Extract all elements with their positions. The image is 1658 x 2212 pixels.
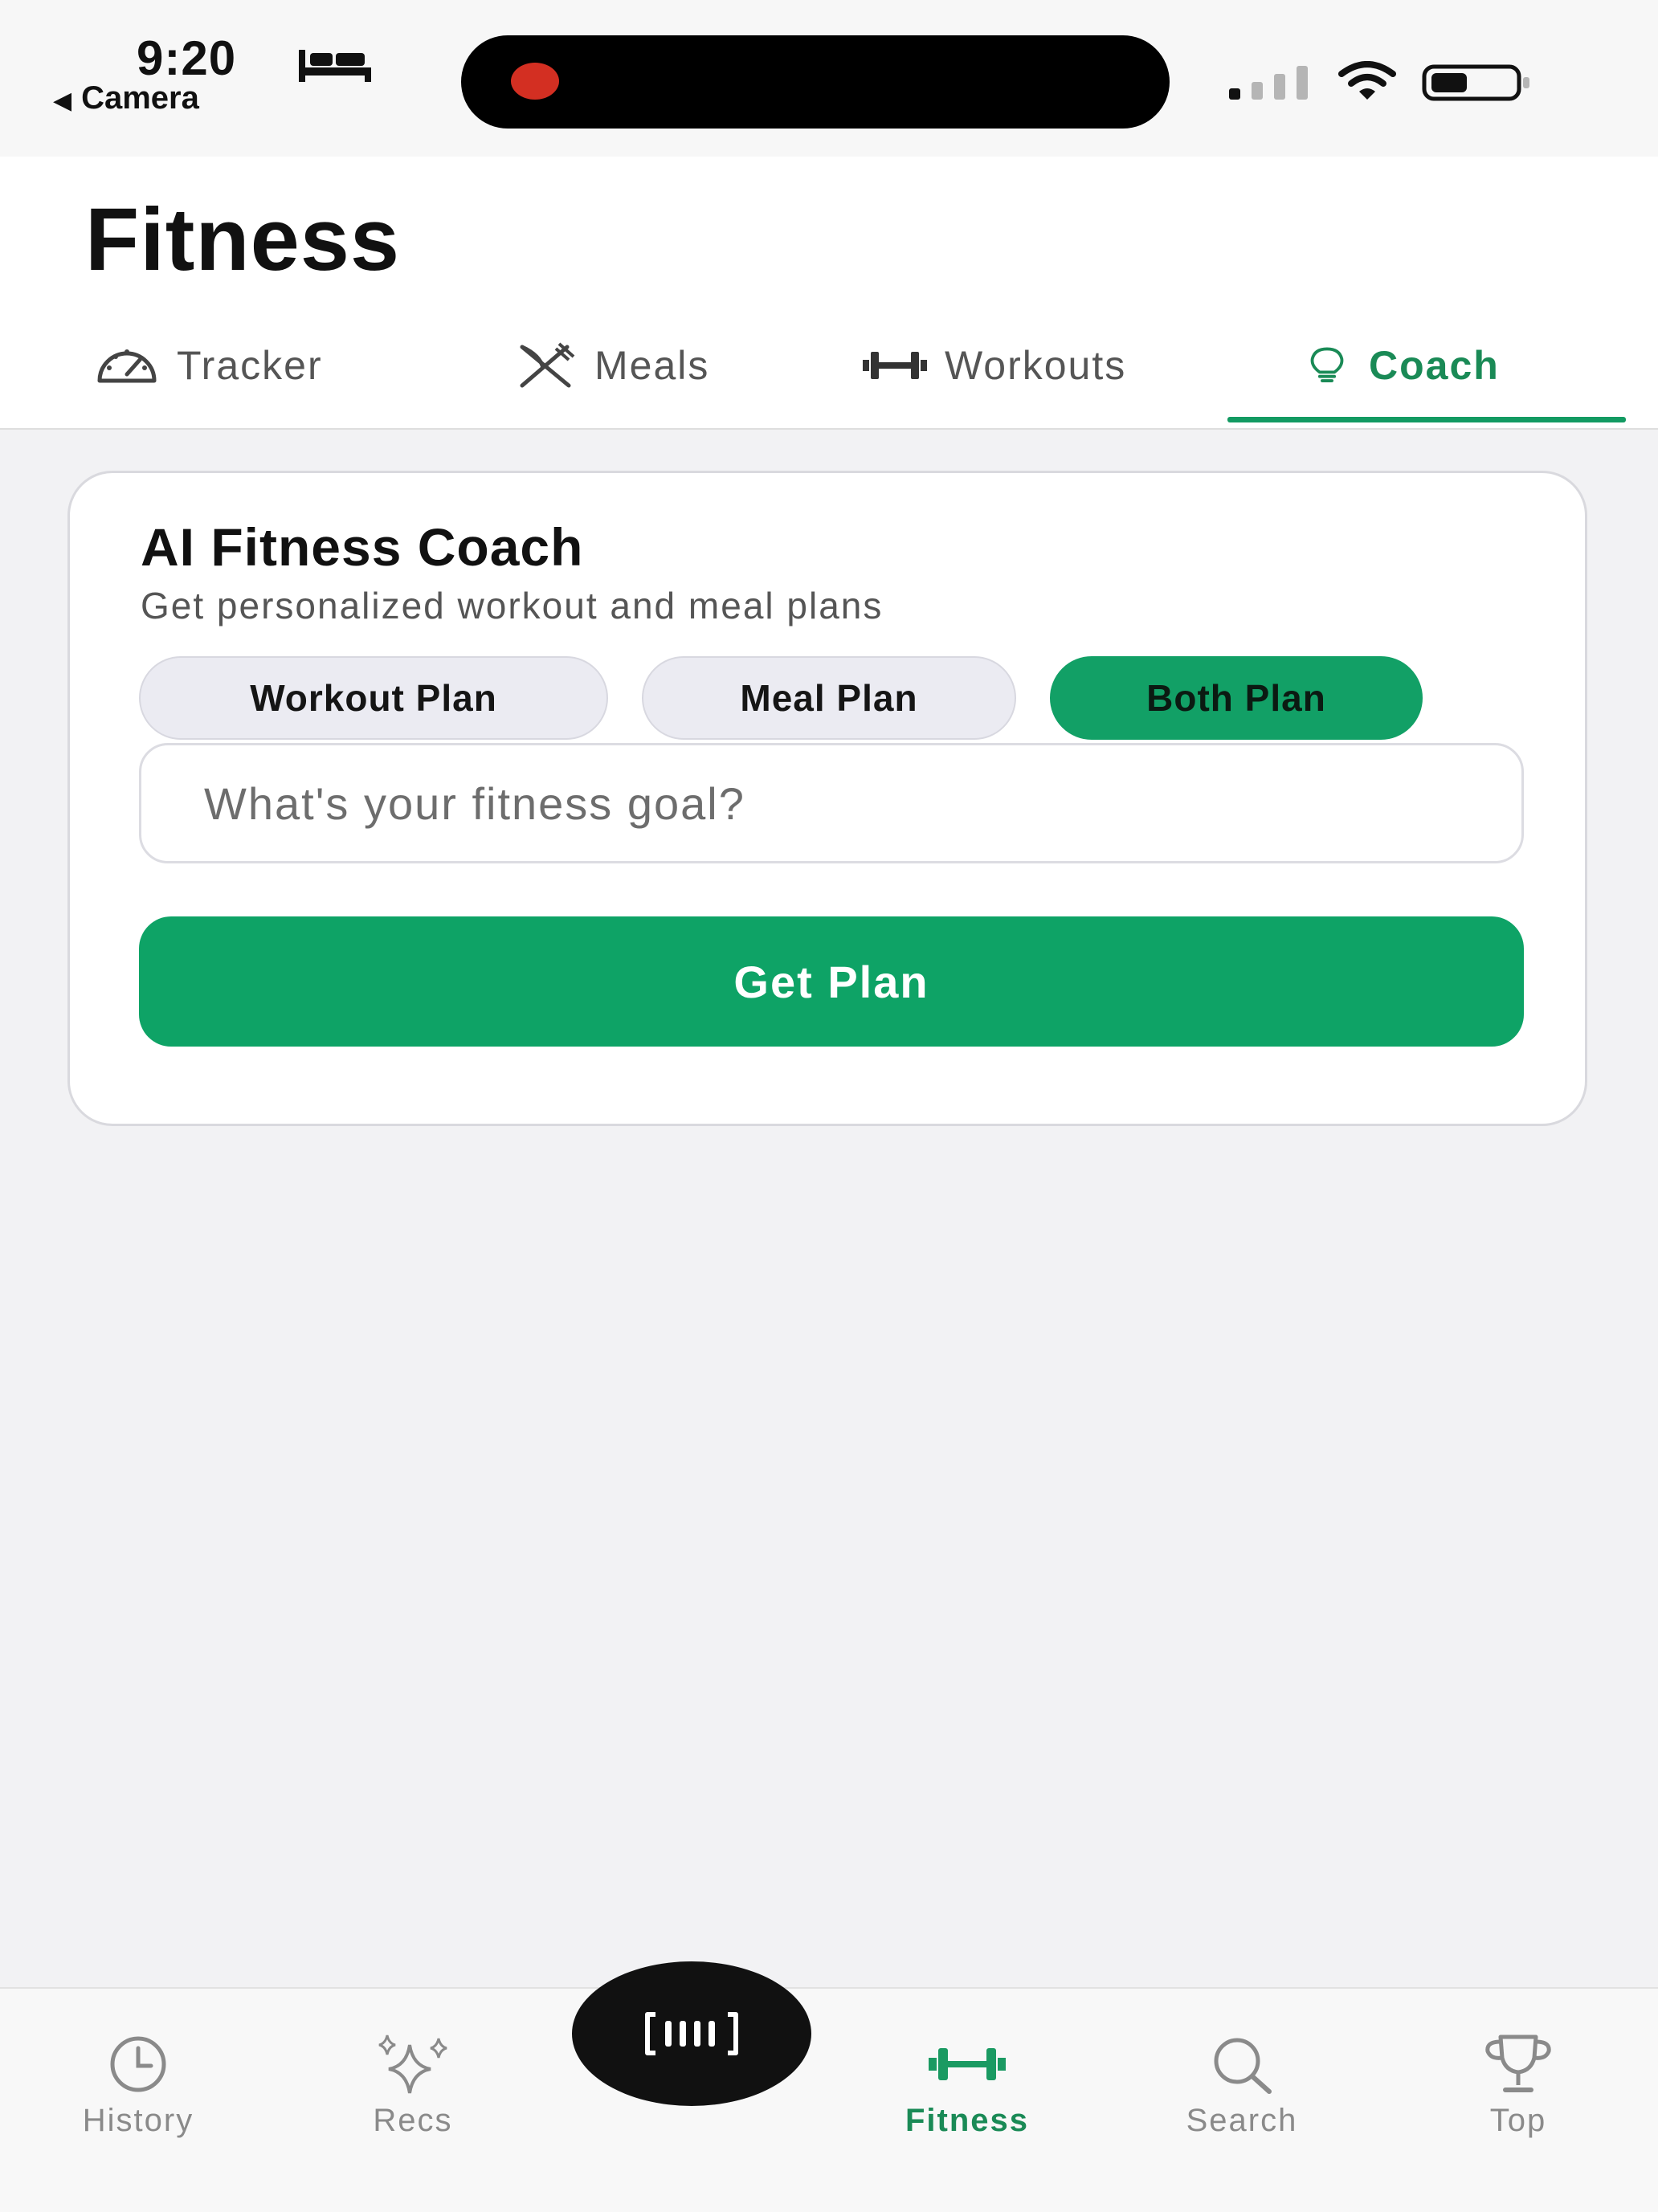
cellular-signal-icon [1229,66,1308,100]
back-label-text: Camera [81,80,199,116]
sparkles-icon [378,2034,447,2094]
tab-workouts[interactable]: Workouts [861,333,1126,398]
active-tab-indicator [1227,417,1626,422]
sleep-focus-icon [299,50,371,82]
card-title: AI Fitness Coach [141,517,584,577]
nav-top[interactable]: Top [1414,2034,1623,2146]
back-arrow-icon: ◀ [53,88,72,114]
app-header: Fitness Tracker Meals Workouts Coach [0,157,1658,430]
nav-history[interactable]: History [34,2034,243,2146]
tab-label: Workouts [945,343,1127,388]
dumbbell-icon [863,352,927,379]
both-plan-chip[interactable]: Both Plan [1050,656,1423,740]
meal-plan-chip[interactable]: Meal Plan [642,656,1016,740]
recording-indicator-icon [511,63,559,100]
status-time: 9:20 [137,31,237,85]
barcode-scan-button[interactable] [572,1961,811,2106]
nav-recs[interactable]: Recs [308,2034,517,2146]
bottom-nav: History Recs Fitness Search Top [0,1987,1658,2212]
nav-search[interactable]: Search [1137,2034,1346,2146]
tab-meals[interactable]: Meals [511,333,709,398]
tab-label: Tracker [177,343,323,388]
back-to-camera-link[interactable]: ◀ Camera [53,80,199,116]
fork-knife-icon [520,342,575,388]
nav-label: History [82,2103,194,2138]
speedometer-icon [97,349,157,383]
dynamic-island [461,35,1170,129]
clock-icon [110,2036,166,2092]
barcode-scan-icon [645,2012,738,2055]
get-plan-button[interactable]: Get Plan [139,916,1524,1047]
dumbbell-icon [929,2048,1006,2080]
card-subtitle: Get personalized workout and meal plans [141,585,884,626]
fitness-goal-input[interactable] [139,743,1524,863]
nav-label: Search [1186,2103,1298,2138]
search-icon [1214,2038,1272,2094]
nav-label: Fitness [905,2103,1030,2138]
tab-tracker[interactable]: Tracker [93,333,323,398]
wifi-icon [1338,61,1396,100]
trophy-icon [1485,2034,1551,2092]
nav-label: Recs [373,2103,453,2138]
tab-coach[interactable]: Coach [1301,333,1500,398]
nav-fitness[interactable]: Fitness [863,2034,1072,2146]
lightbulb-icon [1310,347,1344,382]
nav-label: Top [1489,2103,1547,2138]
page-title: Fitness [85,190,401,289]
tab-label: Meals [594,343,710,388]
battery-icon [1422,64,1529,101]
tab-label: Coach [1369,343,1500,388]
status-bar: 9:20 ◀ Camera [0,0,1658,157]
ai-coach-card: AI Fitness Coach Get personalized workou… [67,471,1587,1126]
workout-plan-chip[interactable]: Workout Plan [139,656,608,740]
